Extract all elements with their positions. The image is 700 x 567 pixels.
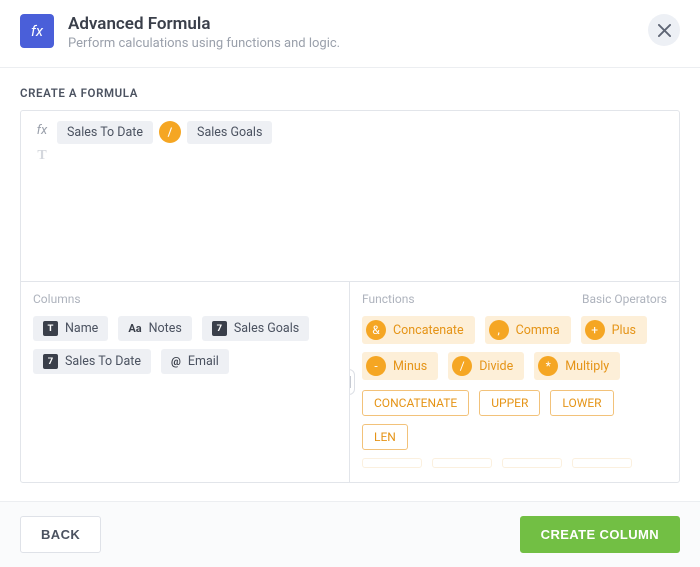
operator-divide[interactable]: / Divide [448,352,524,380]
function-lower[interactable]: LOWER [550,390,613,416]
formula-icon-glyph: fx [31,22,43,40]
close-icon [658,24,671,37]
column-chip-sales-goals[interactable]: 7 Sales Goals [202,316,309,341]
email-type-icon: @ [171,354,181,369]
functions-label: Functions [362,292,415,306]
columns-list: T Name Aa Notes 7 Sales Goals 7 Sales To… [33,316,337,374]
operator-minus[interactable]: - Minus [362,352,438,380]
dialog-title: Advanced Formula [68,14,648,34]
multiply-icon: * [538,356,558,376]
columns-panel: Columns T Name Aa Notes 7 Sales Goals [21,282,350,482]
plus-icon: + [585,320,605,340]
column-chip-label: Sales Goals [234,321,299,336]
operator-label: Comma [516,323,560,338]
operators-label: Basic Operators [582,292,667,306]
text-row-icon: T [37,148,46,164]
column-chip-notes[interactable]: Aa Notes [118,316,192,341]
column-chip-label: Name [65,321,98,336]
notes-type-icon: Aa [128,321,141,336]
close-button[interactable] [648,14,680,46]
column-chip-label: Notes [149,321,182,336]
fx-row-icon: fx [37,123,48,138]
function-len[interactable]: LEN [362,424,408,450]
functions-overflow [362,458,667,468]
editor-gutter: fx T [31,121,53,271]
section-label: CREATE A FORMULA [20,86,680,100]
column-chip-name[interactable]: T Name [33,316,108,341]
functions-heading: Functions Basic Operators [362,292,667,306]
comma-icon: , [489,320,509,340]
token-column[interactable]: Sales Goals [187,121,272,144]
columns-heading: Columns [33,292,337,306]
minus-icon: - [366,356,386,376]
operator-label: Divide [479,359,513,374]
column-chip-sales-to-date[interactable]: 7 Sales To Date [33,349,151,374]
columns-label: Columns [33,292,81,306]
operator-concatenate[interactable]: & Concatenate [362,316,475,344]
number-type-icon: 7 [212,321,227,336]
functions-list: CONCATENATE UPPER LOWER LEN [362,390,667,450]
token-operator[interactable]: / [159,121,181,143]
column-chip-email[interactable]: @ Email [161,349,229,374]
palette: Columns T Name Aa Notes 7 Sales Goals [21,281,679,482]
function-upper[interactable]: UPPER [479,390,540,416]
operator-label: Multiply [565,359,609,374]
divide-icon: / [452,356,472,376]
function-placeholder [362,458,422,468]
formula-icon: fx [20,14,54,48]
operator-multiply[interactable]: * Multiply [534,352,620,380]
formula-editor[interactable]: fx T Sales To Date / Sales Goals [21,111,679,281]
column-chip-label: Sales To Date [65,354,141,369]
dialog-footer: BACK CREATE COLUMN [0,501,700,567]
token-column[interactable]: Sales To Date [57,121,153,144]
editor-content[interactable]: Sales To Date / Sales Goals [53,121,669,271]
main: CREATE A FORMULA fx T Sales To Date / Sa… [0,68,700,483]
function-concatenate[interactable]: CONCATENATE [362,390,469,416]
dialog-header: fx Advanced Formula Perform calculations… [0,0,700,68]
function-placeholder [502,458,562,468]
operator-plus[interactable]: + Plus [581,316,647,344]
ampersand-icon: & [366,320,386,340]
function-placeholder [572,458,632,468]
create-column-button[interactable]: CREATE COLUMN [520,516,680,553]
operator-label: Minus [393,359,427,374]
dialog-subtitle: Perform calculations using functions and… [68,36,648,51]
column-chip-label: Email [188,354,219,369]
operator-label: Concatenate [393,323,464,338]
formula-builder: fx T Sales To Date / Sales Goals Columns… [20,110,680,483]
header-text: Advanced Formula Perform calculations us… [68,14,648,51]
number-type-icon: 7 [43,354,58,369]
function-placeholder [432,458,492,468]
operator-label: Plus [612,323,636,338]
text-type-icon: T [43,321,58,336]
functions-panel: Functions Basic Operators & Concatenate … [350,282,679,482]
back-button[interactable]: BACK [20,516,101,553]
operator-comma[interactable]: , Comma [485,316,571,344]
operators-list: & Concatenate , Comma + Plus - Minus [362,316,667,380]
resize-handle[interactable] [350,369,355,395]
